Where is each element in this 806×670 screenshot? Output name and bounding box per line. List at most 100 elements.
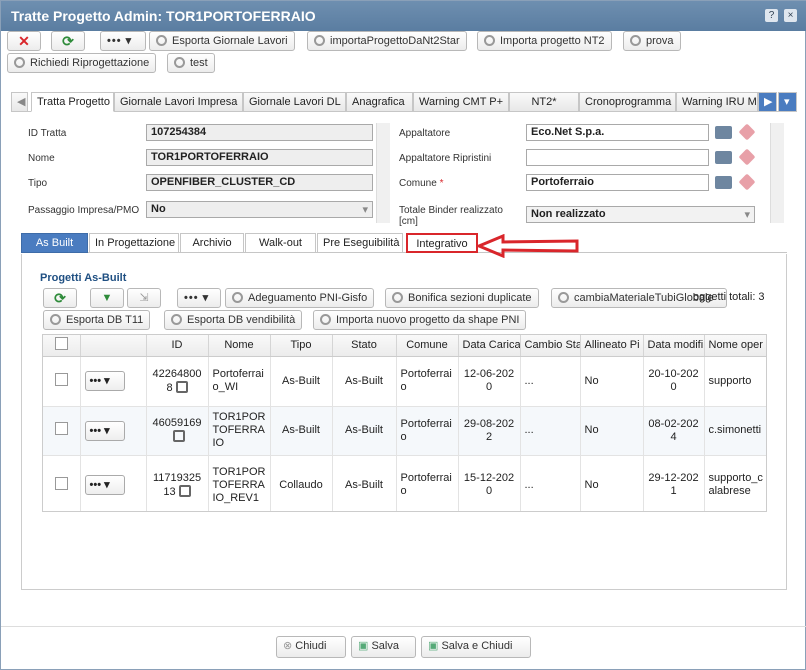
tab-archivio[interactable]: Archivio: [180, 233, 244, 253]
ripristini-field[interactable]: [526, 149, 709, 166]
passaggio-select[interactable]: No ▾: [146, 201, 373, 218]
gear-icon: [171, 314, 182, 325]
button-label: Salva: [371, 640, 399, 652]
binder-select[interactable]: Non realizzato ▾: [526, 206, 755, 223]
cell-data-modifica: 20-10-2020: [643, 356, 705, 407]
tab-walk-out[interactable]: Walk-out: [245, 233, 316, 253]
row-actions-dropdown[interactable]: ••• ▾: [84, 420, 125, 441]
tab-cronoprogramma[interactable]: Cronoprogramma: [579, 92, 676, 112]
button-label: Bonifica sezioni duplicate: [408, 292, 532, 304]
header-data-modifica[interactable]: Data modifi: [643, 335, 705, 357]
lookup-icon[interactable]: [715, 176, 732, 189]
select-all-checkbox[interactable]: [43, 335, 81, 357]
chiudi-button[interactable]: ⊗ Chiudi: [276, 636, 346, 658]
tab-giornale-dl[interactable]: Giornale Lavori DL: [243, 92, 346, 112]
cell-stato: As-Built: [332, 455, 397, 511]
header-data-carica[interactable]: Data Carica: [458, 335, 521, 357]
open-link-icon[interactable]: [175, 380, 188, 393]
salva-chiudi-button[interactable]: ▣ Salva e Chiudi: [421, 636, 531, 658]
cell-comune: Portoferraio: [396, 406, 459, 456]
more-dots: •••: [89, 375, 102, 387]
test-button[interactable]: test: [167, 53, 215, 73]
tab-pre-eseguibilita[interactable]: Pre Eseguibilità: [317, 233, 403, 253]
tab-as-built[interactable]: As Built: [21, 233, 88, 253]
tab-warning-cmt[interactable]: Warning CMT P+: [413, 92, 509, 112]
grid-more-dropdown[interactable]: ••• ▾: [177, 288, 221, 308]
cell-operatore: supporto_calabrese: [704, 455, 766, 511]
left-form-scrollbar[interactable]: [376, 123, 390, 223]
required-marker: *: [439, 178, 444, 189]
comune-field[interactable]: Portoferraio: [526, 174, 709, 191]
prova-button[interactable]: prova: [623, 31, 681, 51]
id-label: ID Tratta: [28, 128, 67, 139]
close-icon[interactable]: ×: [784, 9, 797, 22]
tab-anagrafica[interactable]: Anagrafica: [346, 92, 413, 112]
header-cambio-stato[interactable]: Cambio Sta: [520, 335, 581, 357]
row-checkbox[interactable]: [54, 372, 68, 386]
eraser-icon[interactable]: [738, 148, 756, 166]
tab-integrativo[interactable]: Integrativo: [406, 233, 478, 253]
adeguamento-button[interactable]: Adeguamento PNI-Gisfo: [225, 288, 375, 308]
header-allineato[interactable]: Allineato Pi: [580, 335, 644, 357]
tab-tratta-progetto[interactable]: Tratta Progetto: [31, 92, 114, 112]
dialog-window: Tratte Progetto Admin: TOR1PORTOFERRAIO …: [0, 0, 806, 670]
table-row[interactable]: ••• ▾ 1171932513 TOR1PORTOFERRAIO_REV1 C…: [43, 455, 766, 511]
button-label: Esporta DB T11: [66, 314, 144, 326]
header-stato[interactable]: Stato: [332, 335, 397, 357]
salva-button[interactable]: ▣ Salva: [351, 636, 416, 658]
esporta-vendibilita-button[interactable]: Esporta DB vendibilità: [164, 310, 303, 330]
eraser-icon[interactable]: [738, 173, 756, 191]
importa-shape-button[interactable]: Importa nuovo progetto da shape PNI: [313, 310, 527, 330]
tab-scroll-right-icon[interactable]: ▶: [758, 92, 777, 112]
export-icon[interactable]: ⇲: [127, 288, 161, 308]
bonifica-button[interactable]: Bonifica sezioni duplicate: [385, 288, 539, 308]
grid-refresh-button[interactable]: ⟳: [43, 288, 77, 308]
row-checkbox[interactable]: [54, 476, 68, 490]
filter-icon[interactable]: ▼: [90, 288, 124, 308]
refresh-button[interactable]: ⟳: [51, 31, 85, 51]
more-actions-dropdown[interactable]: ••• ▾: [100, 31, 146, 51]
help-icon[interactable]: ?: [765, 9, 778, 22]
lookup-icon[interactable]: [715, 151, 732, 164]
delete-button[interactable]: ✕: [7, 31, 41, 51]
header-tipo[interactable]: Tipo: [270, 335, 333, 357]
more-dots: •••: [107, 35, 122, 47]
header-comune[interactable]: Comune: [396, 335, 459, 357]
tab-in-progettazione[interactable]: In Progettazione: [89, 233, 179, 253]
checkbox[interactable]: [54, 337, 68, 351]
cell-allineato: No: [580, 406, 644, 456]
esporta-t11-button[interactable]: Esporta DB T11: [43, 310, 151, 330]
header-id[interactable]: ID: [146, 335, 209, 357]
eraser-icon[interactable]: [738, 123, 756, 141]
appaltatore-label: Appaltatore: [399, 128, 451, 139]
cell-nome: TOR1PORTOFERRAIO_REV1: [208, 455, 271, 511]
open-link-icon[interactable]: [178, 484, 191, 497]
header-nome-operatore[interactable]: Nome oper: [704, 335, 766, 357]
title-bar[interactable]: Tratte Progetto Admin: TOR1PORTOFERRAIO: [1, 1, 806, 31]
esporta-giornale-button[interactable]: Esporta Giornale Lavori: [149, 31, 295, 51]
appaltatore-field[interactable]: Eco.Net S.p.a.: [526, 124, 709, 141]
cell-data-carica: 12-06-2020: [458, 356, 521, 407]
import-nt2-button[interactable]: Importa progetto NT2: [477, 31, 612, 51]
import-nt2star-button[interactable]: importaProgettoDaNt2Star: [307, 31, 467, 51]
header-nome[interactable]: Nome: [208, 335, 271, 357]
table-row[interactable]: ••• ▾ 46059169 TOR1PORTOFERRAIO As-Built…: [43, 406, 766, 456]
lookup-icon[interactable]: [715, 126, 732, 139]
tab-warning-iru[interactable]: Warning IRU M: [676, 92, 758, 112]
row-actions-dropdown[interactable]: ••• ▾: [84, 475, 125, 495]
tab-giornale-impresa[interactable]: Giornale Lavori Impresa: [114, 92, 243, 112]
close-circle-icon: ⊗: [283, 640, 293, 652]
tab-nt2[interactable]: NT2*: [509, 92, 579, 112]
gear-icon: [156, 35, 167, 46]
tab-scroll-left-icon[interactable]: ◀: [11, 92, 28, 112]
open-link-icon[interactable]: [172, 430, 185, 442]
table-row[interactable]: ••• ▾ 422648008 Portoferraio_WI As-Built…: [43, 356, 766, 407]
row-actions-dropdown[interactable]: ••• ▾: [84, 371, 125, 391]
sub-tabstrip: As Built In Progettazione Archivio Walk-…: [21, 233, 787, 253]
right-form-scrollbar[interactable]: [770, 123, 784, 223]
riprogettazione-button[interactable]: Richiedi Riprogettazione: [7, 53, 157, 73]
gear-icon: [14, 57, 25, 68]
tab-menu-icon[interactable]: ▾: [778, 92, 797, 112]
button-label: Esporta Giornale Lavori: [172, 35, 288, 47]
row-checkbox[interactable]: [54, 422, 68, 435]
